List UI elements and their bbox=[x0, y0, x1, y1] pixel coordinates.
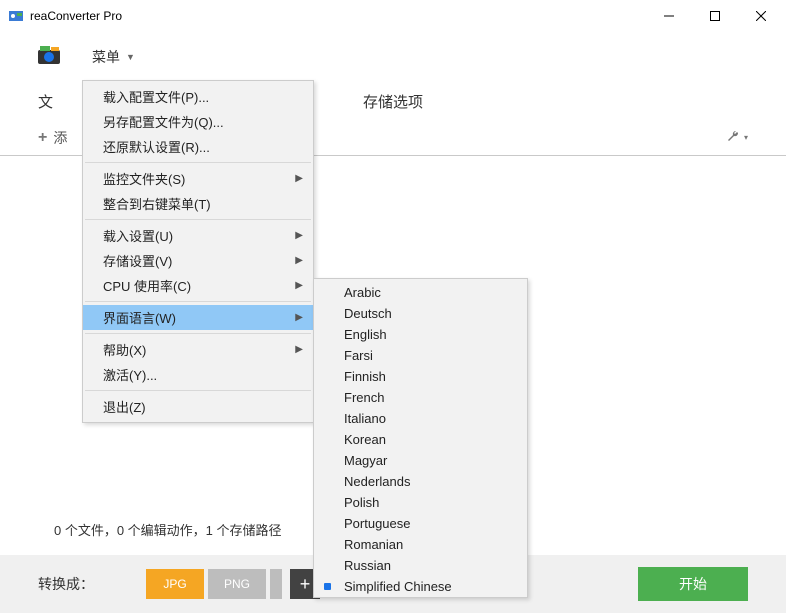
menu-item-label: 帮助(X) bbox=[103, 340, 146, 359]
menu-item[interactable]: 整合到右键菜单(T) bbox=[83, 191, 313, 216]
menu-item-label: 界面语言(W) bbox=[103, 308, 176, 327]
menu-item[interactable]: 监控文件夹(S) ▶ bbox=[83, 166, 313, 191]
menu-item[interactable]: 存储设置(V) ▶ bbox=[83, 248, 313, 273]
language-item[interactable]: Arabic bbox=[314, 282, 527, 303]
language-item[interactable]: Nederlands bbox=[314, 471, 527, 492]
menu-item[interactable]: 退出(Z) bbox=[83, 394, 313, 419]
caret-down-icon: ▼ bbox=[126, 52, 135, 62]
language-item[interactable]: Polish bbox=[314, 492, 527, 513]
plus-icon: + bbox=[38, 129, 47, 147]
menu-item-label: 监控文件夹(S) bbox=[103, 169, 185, 188]
language-label: Arabic bbox=[344, 285, 381, 300]
maximize-button[interactable] bbox=[692, 1, 738, 31]
minimize-button[interactable] bbox=[646, 1, 692, 31]
language-item[interactable]: French bbox=[314, 387, 527, 408]
language-label: Magyar bbox=[344, 453, 387, 468]
language-item[interactable]: Russian bbox=[314, 555, 527, 576]
menu-item-label: 载入设置(U) bbox=[103, 226, 173, 245]
close-button[interactable] bbox=[738, 1, 784, 31]
menu-separator bbox=[85, 333, 311, 334]
menu-item[interactable]: 还原默认设置(R)... bbox=[83, 134, 313, 159]
language-item[interactable]: English bbox=[314, 324, 527, 345]
menu-item-label: 激活(Y)... bbox=[103, 365, 157, 384]
language-item[interactable]: Deutsch bbox=[314, 303, 527, 324]
settings-wrench-button[interactable]: ▾ bbox=[726, 129, 748, 146]
convert-to-label: 转换成： bbox=[38, 574, 94, 594]
window-controls bbox=[646, 1, 784, 31]
menu-item-label: 另存配置文件为(Q)... bbox=[103, 112, 224, 131]
language-item[interactable]: Italiano bbox=[314, 408, 527, 429]
language-item[interactable]: Korean bbox=[314, 429, 527, 450]
menu-item-label: CPU 使用率(C) bbox=[103, 276, 191, 295]
menu-button[interactable]: 菜单 ▼ bbox=[82, 43, 145, 71]
language-label: Italiano bbox=[344, 411, 386, 426]
language-label: French bbox=[344, 390, 384, 405]
language-label: Finnish bbox=[344, 369, 386, 384]
chevron-right-icon: ▶ bbox=[295, 280, 303, 291]
window-title: reaConverter Pro bbox=[30, 9, 646, 23]
menu-item-label: 整合到右键菜单(T) bbox=[103, 194, 211, 213]
add-button-partial[interactable]: + 添 bbox=[38, 128, 67, 148]
menu-item[interactable]: 界面语言(W) ▶ bbox=[83, 305, 313, 330]
language-item[interactable]: Farsi bbox=[314, 345, 527, 366]
menu-item[interactable]: 另存配置文件为(Q)... bbox=[83, 109, 313, 134]
menu-item[interactable]: 载入设置(U) ▶ bbox=[83, 223, 313, 248]
language-label: Farsi bbox=[344, 348, 373, 363]
menu-item-label: 载入配置文件(P)... bbox=[103, 87, 209, 106]
menu-separator bbox=[85, 301, 311, 302]
menu-item-label: 存储设置(V) bbox=[103, 251, 172, 270]
language-item[interactable]: Finnish bbox=[314, 366, 527, 387]
language-label: English bbox=[344, 327, 387, 342]
main-menu-dropdown: 载入配置文件(P)... 另存配置文件为(Q)... 还原默认设置(R)... 监控文… bbox=[82, 80, 314, 423]
add-label-partial: 添 bbox=[53, 128, 67, 148]
menu-separator bbox=[85, 162, 311, 163]
language-label: Nederlands bbox=[344, 474, 411, 489]
language-label: Simplified Chinese bbox=[344, 579, 452, 594]
language-item[interactable]: Simplified Chinese bbox=[314, 576, 527, 597]
language-item[interactable]: Portuguese bbox=[314, 513, 527, 534]
menu-button-label: 菜单 bbox=[92, 47, 120, 67]
language-label: Portuguese bbox=[344, 516, 411, 531]
menu-item[interactable]: 帮助(X) ▶ bbox=[83, 337, 313, 362]
app-logo-icon bbox=[36, 44, 62, 70]
menu-item-label: 退出(Z) bbox=[103, 397, 146, 416]
menu-separator bbox=[85, 390, 311, 391]
titlebar: reaConverter Pro bbox=[0, 0, 786, 32]
toolbar: 菜单 ▼ bbox=[0, 32, 786, 82]
status-text: 0 个文件，0 个编辑动作，1 个存储路径 bbox=[54, 520, 282, 539]
language-submenu: Arabic Deutsch English Farsi Finnish French It… bbox=[313, 278, 528, 598]
chevron-right-icon: ▶ bbox=[295, 344, 303, 355]
menu-item[interactable]: 载入配置文件(P)... bbox=[83, 84, 313, 109]
menu-item[interactable]: 激活(Y)... bbox=[83, 362, 313, 387]
chevron-right-icon: ▶ bbox=[295, 312, 303, 323]
start-button[interactable]: 开始 bbox=[638, 567, 748, 601]
format-hidden-button[interactable] bbox=[270, 569, 282, 599]
language-item[interactable]: Magyar bbox=[314, 450, 527, 471]
menu-item-label: 还原默认设置(R)... bbox=[103, 137, 210, 156]
chevron-right-icon: ▶ bbox=[295, 255, 303, 266]
language-label: Deutsch bbox=[344, 306, 392, 321]
format-png-button[interactable]: PNG bbox=[208, 569, 266, 599]
chevron-right-icon: ▶ bbox=[295, 173, 303, 184]
app-icon bbox=[8, 8, 24, 24]
language-label: Romanian bbox=[344, 537, 403, 552]
wrench-icon bbox=[726, 129, 740, 146]
chevron-right-icon: ▶ bbox=[295, 230, 303, 241]
language-item[interactable]: Romanian bbox=[314, 534, 527, 555]
language-label: Russian bbox=[344, 558, 391, 573]
format-jpg-button[interactable]: JPG bbox=[146, 569, 204, 599]
language-label: Korean bbox=[344, 432, 386, 447]
language-label: Polish bbox=[344, 495, 379, 510]
menu-item[interactable]: CPU 使用率(C) ▶ bbox=[83, 273, 313, 298]
menu-separator bbox=[85, 219, 311, 220]
caret-down-icon: ▾ bbox=[744, 133, 748, 142]
